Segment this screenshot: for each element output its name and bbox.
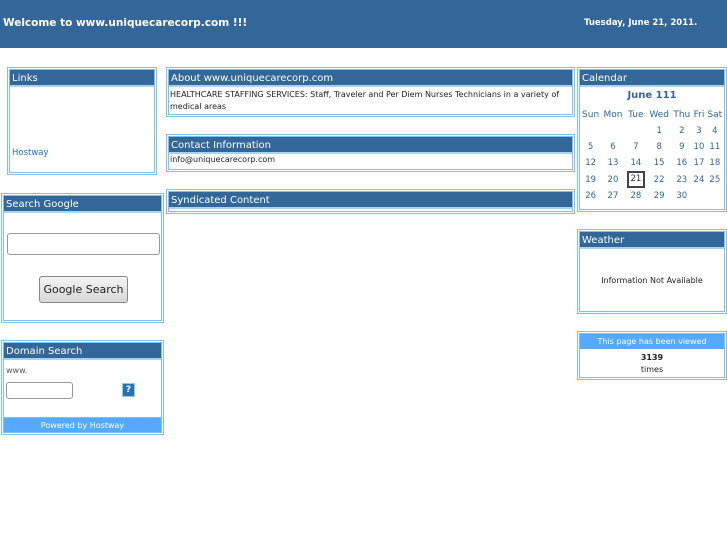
- calendar-day[interactable]: 1: [647, 123, 671, 139]
- calendar-day[interactable]: 18: [706, 155, 724, 171]
- calendar-day[interactable]: 10: [692, 139, 705, 155]
- calendar-title: Calendar: [580, 70, 724, 87]
- calendar-day[interactable]: 28: [625, 188, 647, 204]
- calendar-grid: Sun Mon Tue Wed Thu Fri Sat 1 2 3 4 5 6 7 8 9 10 11 12 13 14…: [580, 106, 724, 204]
- calendar-day[interactable]: 17: [692, 155, 705, 171]
- weekday-header: Wed: [649, 109, 669, 120]
- weekday-header: Thu: [673, 109, 691, 120]
- calendar-day[interactable]: 29: [647, 188, 671, 204]
- about-box: About www.uniquecarecorp.com HEALTHCARE …: [166, 67, 575, 117]
- powered-by-bar: Powered by Hostway: [4, 417, 161, 432]
- empty-day: [692, 188, 705, 204]
- calendar-day[interactable]: 9: [671, 139, 692, 155]
- calendar-box: Calendar June 111 Sun Mon Tue Wed Thu Fri Sat 1…: [577, 67, 727, 212]
- calendar-day[interactable]: 2: [671, 123, 692, 139]
- contact-title: Contact Information: [169, 137, 572, 154]
- calendar-day[interactable]: 4: [706, 123, 724, 139]
- domain-search-input[interactable]: [6, 382, 73, 399]
- calendar-day[interactable]: 5: [580, 139, 601, 155]
- calendar-day[interactable]: 14: [625, 155, 647, 171]
- links-title: Links: [10, 70, 154, 87]
- calendar-day[interactable]: 20: [601, 171, 625, 188]
- syndicated-title: Syndicated Content: [169, 192, 572, 209]
- weekday-header: Sun: [582, 109, 600, 120]
- help-icon[interactable]: ?: [122, 383, 135, 397]
- calendar-day[interactable]: 12: [580, 155, 601, 171]
- calendar-day[interactable]: 30: [671, 188, 692, 204]
- calendar-day[interactable]: 23: [671, 171, 692, 188]
- domain-search-box: Domain Search www. ? Powered by Hostway: [1, 340, 164, 435]
- calendar-today[interactable]: 21: [625, 171, 647, 188]
- calendar-day[interactable]: 19: [580, 171, 601, 188]
- weather-title: Weather: [580, 232, 724, 249]
- weekday-header: Mon: [603, 109, 623, 120]
- empty-day: [601, 123, 625, 139]
- calendar-day[interactable]: 3: [692, 123, 705, 139]
- calendar-day[interactable]: 7: [625, 139, 647, 155]
- calendar-month: June 111: [627, 90, 677, 101]
- domain-prefix: www.: [6, 366, 28, 375]
- counter-title: This page has been viewed: [580, 334, 724, 349]
- weather-box: Weather Information Not Available: [577, 229, 727, 314]
- calendar-day[interactable]: 6: [601, 139, 625, 155]
- page-header: Welcome to www.uniquecarecorp.com !!! Tu…: [0, 0, 727, 48]
- calendar-day[interactable]: 24: [692, 171, 705, 188]
- view-count-suffix: times: [640, 365, 664, 374]
- current-date: Tuesday, June 21, 2011.: [584, 18, 698, 28]
- calendar-day[interactable]: 27: [601, 188, 625, 204]
- weekday-header: Tue: [628, 109, 644, 120]
- google-search-button[interactable]: Google Search: [39, 276, 128, 303]
- site-title: Welcome to www.uniquecarecorp.com !!!: [3, 17, 248, 29]
- links-box: Links Hostway: [7, 67, 157, 175]
- calendar-day[interactable]: 11: [706, 139, 724, 155]
- domain-search-title: Domain Search: [4, 343, 161, 360]
- about-text: HEALTHCARE STAFFING SERVICES: Staff, Tra…: [170, 90, 560, 111]
- contact-box: Contact Information info@uniquecarecorp.…: [166, 134, 575, 172]
- counter-box: This page has been viewed 3139 times: [577, 331, 727, 380]
- google-search-input[interactable]: [7, 233, 160, 255]
- calendar-day[interactable]: 25: [706, 171, 724, 188]
- calendar-day[interactable]: 13: [601, 155, 625, 171]
- weekday-header: Fri: [693, 109, 705, 120]
- calendar-day[interactable]: 8: [647, 139, 671, 155]
- link-hostway[interactable]: Hostway: [12, 148, 49, 158]
- calendar-day[interactable]: 26: [580, 188, 601, 204]
- calendar-day[interactable]: 16: [671, 155, 692, 171]
- calendar-day[interactable]: 15: [647, 155, 671, 171]
- empty-day: [580, 123, 601, 139]
- weekday-header: Sat: [707, 109, 723, 120]
- calendar-day[interactable]: 22: [647, 171, 671, 188]
- syndicated-box: Syndicated Content: [166, 189, 575, 214]
- search-google-box: Search Google Google Search: [1, 193, 164, 323]
- empty-day: [706, 188, 724, 204]
- weather-text: Information Not Available: [601, 275, 703, 285]
- empty-day: [625, 123, 647, 139]
- contact-email: info@uniquecarecorp.com: [170, 155, 276, 164]
- about-title: About www.uniquecarecorp.com: [169, 70, 572, 87]
- search-google-title: Search Google: [4, 196, 161, 213]
- view-count: 3139: [640, 353, 664, 362]
